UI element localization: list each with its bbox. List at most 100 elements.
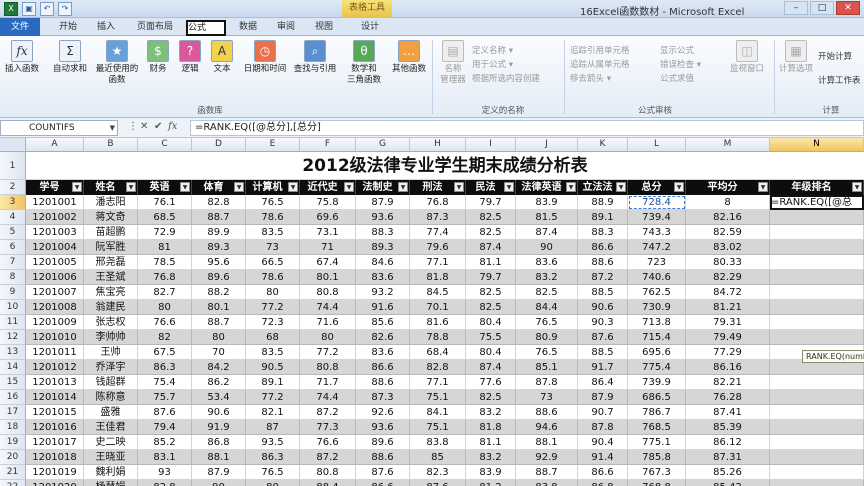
tab-formulas[interactable]: 公式 bbox=[186, 20, 226, 36]
table-cell[interactable]: 80 bbox=[246, 480, 300, 486]
row-header-20[interactable]: 20 bbox=[0, 450, 26, 465]
table-cell[interactable]: 1201001 bbox=[26, 195, 84, 210]
column-header-cell[interactable]: 总分 ▼ bbox=[628, 180, 686, 195]
table-cell[interactable]: 72.3 bbox=[246, 315, 300, 330]
table-cell[interactable]: 79.7 bbox=[466, 270, 516, 285]
table-cell[interactable]: 1201009 bbox=[26, 315, 84, 330]
use-in-formula-button[interactable]: 用于公式 ▾ bbox=[472, 58, 540, 72]
filter-dropdown-icon[interactable]: ▼ bbox=[758, 182, 768, 192]
table-cell[interactable]: 焦宝亮 bbox=[84, 285, 138, 300]
table-cell[interactable]: 72.9 bbox=[138, 225, 192, 240]
table-cell[interactable]: 78.5 bbox=[138, 255, 192, 270]
table-cell[interactable]: 87.31 bbox=[686, 450, 770, 465]
table-cell[interactable]: 86.12 bbox=[686, 435, 770, 450]
table-cell[interactable]: 76.8 bbox=[410, 195, 466, 210]
table-cell[interactable]: 82.16 bbox=[686, 210, 770, 225]
column-header-cell[interactable]: 平均分 ▼ bbox=[686, 180, 770, 195]
table-cell[interactable]: 92.6 bbox=[356, 405, 410, 420]
table-cell[interactable]: 88.6 bbox=[356, 375, 410, 390]
table-cell[interactable]: 82.1 bbox=[246, 405, 300, 420]
table-cell[interactable]: 88.7 bbox=[192, 315, 246, 330]
minimize-icon[interactable]: – bbox=[784, 1, 808, 15]
calculate-now-button[interactable]: 开始计算 bbox=[818, 50, 861, 64]
table-cell[interactable]: 翁建民 bbox=[84, 300, 138, 315]
table-cell[interactable]: 1201002 bbox=[26, 210, 84, 225]
table-cell[interactable]: 84.72 bbox=[686, 285, 770, 300]
table-cell[interactable]: 魏利娟 bbox=[84, 465, 138, 480]
table-cell[interactable]: 79.6 bbox=[410, 240, 466, 255]
row-header-6[interactable]: 6 bbox=[0, 240, 26, 255]
column-header-a[interactable]: A bbox=[26, 138, 84, 152]
table-cell[interactable]: 81.21 bbox=[686, 300, 770, 315]
table-cell[interactable]: 90 bbox=[516, 240, 578, 255]
table-cell[interactable]: 84.2 bbox=[192, 360, 246, 375]
select-all-corner[interactable] bbox=[0, 138, 26, 152]
row-header-11[interactable]: 11 bbox=[0, 315, 26, 330]
table-cell[interactable]: 695.6 bbox=[628, 345, 686, 360]
table-cell[interactable]: 88.7 bbox=[516, 465, 578, 480]
column-header-l[interactable]: L bbox=[628, 138, 686, 152]
row-header-17[interactable]: 17 bbox=[0, 405, 26, 420]
recent-functions-button[interactable]: ★ 最近使用的 函数 bbox=[94, 40, 140, 86]
column-header-cell[interactable]: 民法 ▼ bbox=[466, 180, 516, 195]
table-cell[interactable]: 86.16 bbox=[686, 360, 770, 375]
row-header-12[interactable]: 12 bbox=[0, 330, 26, 345]
table-cell[interactable]: 68 bbox=[246, 330, 300, 345]
column-header-d[interactable]: D bbox=[192, 138, 246, 152]
table-cell[interactable]: 89.6 bbox=[356, 435, 410, 450]
table-cell[interactable]: 73.1 bbox=[300, 225, 356, 240]
column-header-cell[interactable]: 法制史 ▼ bbox=[356, 180, 410, 195]
table-cell[interactable]: 李帅帅 bbox=[84, 330, 138, 345]
table-cell[interactable]: 768.5 bbox=[628, 420, 686, 435]
column-header-e[interactable]: E bbox=[246, 138, 300, 152]
table-cell[interactable]: 81.8 bbox=[466, 420, 516, 435]
table-cell[interactable]: 83.6 bbox=[356, 345, 410, 360]
redo-icon[interactable]: ↷ bbox=[58, 2, 72, 16]
table-cell[interactable]: 743.3 bbox=[628, 225, 686, 240]
table-cell[interactable]: 87.9 bbox=[578, 390, 628, 405]
table-cell[interactable]: 74.4 bbox=[300, 390, 356, 405]
undo-icon[interactable]: ↶ bbox=[40, 2, 54, 16]
table-cell[interactable]: 张志权 bbox=[84, 315, 138, 330]
active-cell-editor[interactable]: =RANK.EQ([@总 bbox=[770, 195, 864, 210]
table-cell[interactable]: 82.6 bbox=[356, 330, 410, 345]
table-cell[interactable]: 80 bbox=[246, 285, 300, 300]
cancel-icon[interactable]: ✕ bbox=[140, 121, 148, 132]
table-cell[interactable]: 86.6 bbox=[356, 360, 410, 375]
table-cell[interactable] bbox=[770, 255, 864, 270]
table-cell[interactable]: 88.3 bbox=[578, 225, 628, 240]
table-cell[interactable]: 8 bbox=[686, 195, 770, 210]
table-cell[interactable]: 93.5 bbox=[246, 435, 300, 450]
table-cell[interactable]: 80.8 bbox=[300, 465, 356, 480]
text-button[interactable]: A 文本 bbox=[202, 40, 242, 75]
table-cell[interactable]: 68.5 bbox=[138, 210, 192, 225]
table-cell[interactable]: 82.5 bbox=[466, 390, 516, 405]
table-cell[interactable]: 87.8 bbox=[516, 375, 578, 390]
table-cell[interactable]: 66.5 bbox=[246, 255, 300, 270]
table-cell[interactable]: 80 bbox=[138, 300, 192, 315]
math-trig-button[interactable]: θ 数学和 三角函数 bbox=[342, 40, 386, 86]
table-cell[interactable]: 85.2 bbox=[138, 435, 192, 450]
table-cell[interactable]: 90.5 bbox=[246, 360, 300, 375]
trace-dependents-button[interactable]: 追踪从属单元格 bbox=[570, 58, 630, 72]
table-cell[interactable]: 1201015 bbox=[26, 405, 84, 420]
excel-logo-icon[interactable]: X bbox=[4, 2, 18, 16]
table-cell[interactable] bbox=[770, 390, 864, 405]
table-cell[interactable]: 76.5 bbox=[246, 195, 300, 210]
table-cell[interactable]: 747.2 bbox=[628, 240, 686, 255]
row-header-19[interactable]: 19 bbox=[0, 435, 26, 450]
table-cell[interactable]: 1201010 bbox=[26, 330, 84, 345]
date-time-button[interactable]: ◷ 日期和时间 bbox=[240, 40, 290, 75]
table-cell[interactable]: 84.5 bbox=[410, 285, 466, 300]
table-cell[interactable]: 93.6 bbox=[356, 420, 410, 435]
table-cell[interactable] bbox=[770, 315, 864, 330]
table-cell[interactable]: 88.6 bbox=[578, 255, 628, 270]
row-header-15[interactable]: 15 bbox=[0, 375, 26, 390]
table-cell[interactable]: 王晓亚 bbox=[84, 450, 138, 465]
table-cell[interactable]: 80.9 bbox=[516, 330, 578, 345]
table-cell[interactable]: 77.6 bbox=[466, 375, 516, 390]
table-cell[interactable]: 78.6 bbox=[246, 270, 300, 285]
table-cell[interactable]: 81.6 bbox=[410, 315, 466, 330]
row-header-13[interactable]: 13 bbox=[0, 345, 26, 360]
table-cell[interactable]: 93 bbox=[138, 465, 192, 480]
